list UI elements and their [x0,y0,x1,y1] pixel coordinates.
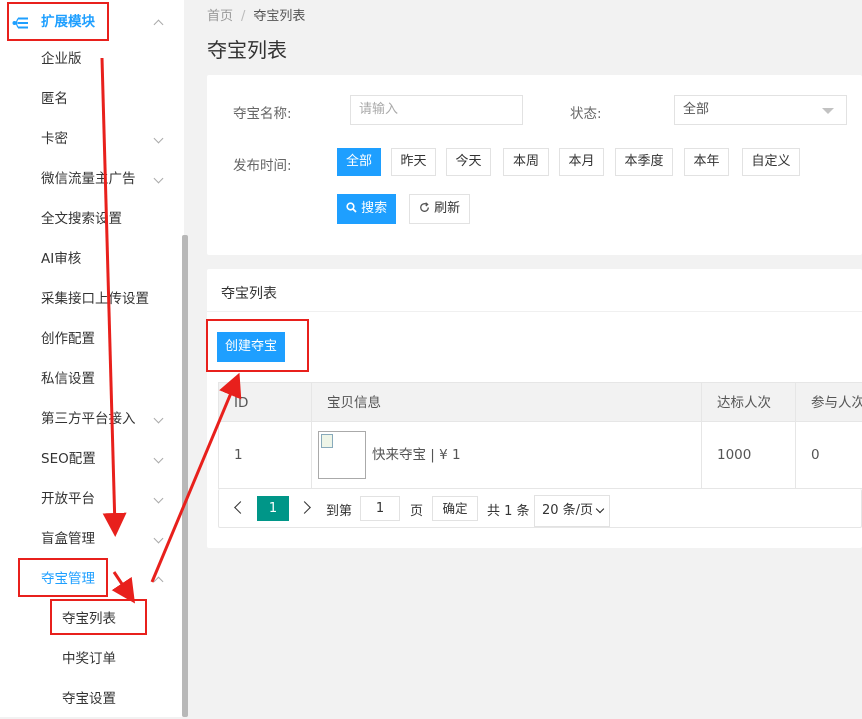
status-select[interactable]: 全部 [674,95,847,125]
sidebar-item-label: 全文搜索设置 [41,211,122,227]
breadcrumb: 首页 / 夺宝列表 [207,5,305,24]
sidebar-subitem-winning-orders[interactable]: 中奖订单 [0,639,184,679]
breadcrumb-separator: / [241,9,246,24]
column-header-info[interactable]: 宝贝信息 [312,382,702,422]
sidebar-item-treasure[interactable]: 夺宝管理 [0,559,184,599]
time-option-all[interactable]: 全部 [337,148,381,176]
chevron-up-icon [153,576,164,587]
chevron-up-icon [153,19,164,30]
sidebar-scrollbar[interactable] [182,235,188,717]
refresh-button-label: 刷新 [434,201,461,216]
name-filter-label: 夺宝名称: [233,106,292,122]
chevron-down-icon [153,173,164,184]
refresh-button[interactable]: 刷新 [409,194,470,224]
status-select-value: 全部 [683,102,710,117]
search-button-label: 搜索 [361,201,388,216]
create-treasure-button[interactable]: 创建夺宝 [217,332,285,362]
list-card-divider [207,311,862,312]
chevron-down-icon [595,504,605,514]
sidebar-item-label: 第三方平台接入 [41,411,136,427]
sidebar-item-private-message[interactable]: 私信设置 [0,359,184,399]
status-filter-label: 状态: [570,106,602,122]
sidebar-item-enterprise[interactable]: 企业版 [0,39,184,79]
sidebar-item-label: 微信流量主广告 [41,171,136,187]
sidebar-subitem-label: 夺宝列表 [62,611,116,627]
sidebar-item-creation-config[interactable]: 创作配置 [0,319,184,359]
product-thumbnail [318,431,366,479]
sidebar-group-extensions[interactable]: 扩展模块 [0,2,184,42]
page-size-select[interactable]: 20 条/页 [534,495,610,527]
time-option-custom[interactable]: 自定义 [742,148,800,176]
page-size-value: 20 条/页 [542,503,594,518]
column-header-id[interactable]: ID [218,382,312,422]
sidebar-item-blind-box[interactable]: 盲盒管理 [0,519,184,559]
sitemap-icon [12,16,28,33]
sidebar-item-label: AI审核 [41,251,82,267]
sidebar-item-wechat-ads[interactable]: 微信流量主广告 [0,159,184,199]
sidebar-item-label: 卡密 [41,131,68,147]
total-count-label: 共 1 条 [487,504,530,519]
sidebar-item-card-key[interactable]: 卡密 [0,119,184,159]
sidebar-item-label: 私信设置 [41,371,95,387]
sidebar-subitem-label: 中奖订单 [62,651,116,667]
sidebar: 扩展模块 企业版 匿名 卡密 微信流量主广告 全文搜索设置 AI审核 采集接口上… [0,0,184,717]
sidebar-item-label: 创作配置 [41,331,95,347]
search-icon [346,201,357,216]
broken-image-icon [321,434,333,448]
chevron-down-icon [153,453,164,464]
table-cell-id: 1 [218,422,312,489]
sidebar-subitem-treasure-list[interactable]: 夺宝列表 [0,599,184,639]
breadcrumb-home[interactable]: 首页 [207,9,233,24]
sidebar-item-collect-api[interactable]: 采集接口上传设置 [0,279,184,319]
goto-confirm-button[interactable]: 确定 [432,496,478,521]
chevron-down-icon [153,133,164,144]
chevron-down-icon [153,533,164,544]
sidebar-subitem-label: 夺宝设置 [62,691,116,707]
sidebar-subitem-treasure-settings[interactable]: 夺宝设置 [0,679,184,719]
table-cell-target: 1000 [702,422,796,489]
sidebar-item-label: SEO配置 [41,451,96,467]
list-card-title: 夺宝列表 [221,286,277,302]
goto-page-input[interactable]: 1 [360,496,400,521]
time-option-month[interactable]: 本月 [559,148,604,176]
sidebar-item-label: 夺宝管理 [41,571,95,587]
refresh-icon [419,201,430,216]
chevron-down-icon [153,413,164,424]
name-search-input[interactable]: 请输入 [350,95,523,125]
breadcrumb-current: 夺宝列表 [253,9,306,24]
sidebar-group-label: 扩展模块 [41,14,95,30]
column-header-target[interactable]: 达标人次 [702,382,796,422]
page-unit-label: 页 [410,504,424,519]
page-number-current[interactable]: 1 [257,496,289,521]
time-option-quarter[interactable]: 本季度 [615,148,673,176]
goto-label: 到第 [326,504,353,519]
sidebar-item-label: 匿名 [41,91,68,107]
sidebar-item-label: 盲盒管理 [41,531,95,547]
sidebar-item-label: 企业版 [41,51,82,67]
page-title: 夺宝列表 [207,38,287,62]
table-cell-info: 快来夺宝 | ¥ 1 [312,422,702,489]
sidebar-item-ai-review[interactable]: AI审核 [0,239,184,279]
time-option-yesterday[interactable]: 昨天 [391,148,436,176]
sidebar-item-fulltext-search[interactable]: 全文搜索设置 [0,199,184,239]
sidebar-item-open-platform[interactable]: 开放平台 [0,479,184,519]
sidebar-item-third-party[interactable]: 第三方平台接入 [0,399,184,439]
chevron-down-icon [153,493,164,504]
time-option-year[interactable]: 本年 [684,148,729,176]
sidebar-item-label: 开放平台 [41,491,95,507]
time-filter-label: 发布时间: [233,158,292,174]
sidebar-item-anonymous[interactable]: 匿名 [0,79,184,119]
search-button[interactable]: 搜索 [337,194,396,224]
time-option-week[interactable]: 本周 [503,148,549,176]
caret-down-icon [822,108,834,114]
column-header-joined[interactable]: 参与人次 [796,382,862,422]
time-option-today[interactable]: 今天 [446,148,491,176]
sidebar-item-label: 采集接口上传设置 [41,291,149,307]
sidebar-item-seo[interactable]: SEO配置 [0,439,184,479]
table-cell-joined: 0 [796,422,862,489]
